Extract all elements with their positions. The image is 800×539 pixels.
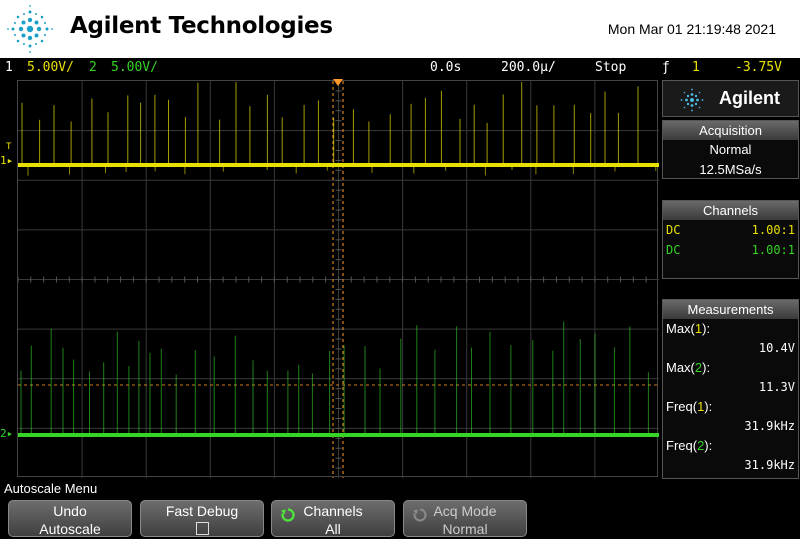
measurements-box: Measurements Max(1): 10.4V Max(2): 11.3V… <box>662 299 799 479</box>
trigger-position-marker <box>333 79 343 86</box>
acquisition-title: Acquisition <box>663 121 798 140</box>
measurement-value: 10.4V <box>758 341 795 355</box>
rotate-knob-icon <box>281 508 295 522</box>
ch2-coupling: DC <box>666 243 681 257</box>
undo-autoscale-button[interactable]: Undo Autoscale <box>8 500 132 537</box>
acq-mode-button[interactable]: Acq Mode Normal <box>403 500 527 537</box>
date-time-readout: Mon Mar 01 21:19:48 2021 <box>607 21 776 37</box>
acquisition-mode: Normal <box>709 142 752 157</box>
agilent-spark-logo-icon <box>7 5 53 53</box>
ch1-coupling: DC <box>666 223 681 237</box>
acquisition-box: Acquisition Normal 12.5MSa/s <box>662 120 799 179</box>
agilent-badge: Agilent <box>662 80 799 117</box>
trigger-edge-icon: ƒ <box>662 60 670 75</box>
fast-debug-checkbox[interactable] <box>195 522 209 535</box>
softkey-label: Undo <box>53 503 87 519</box>
softkey-bar: Undo Autoscale Fast Debug Channels All A… <box>0 498 800 539</box>
ch1-ground-marker: 1▸ <box>0 154 14 167</box>
status-bar: 1 5.00V/ 2 5.00V/ 0.0s 200.0µ/ Stop ƒ 1 … <box>0 58 800 78</box>
ch2-ground-marker: 2▸ <box>0 427 14 440</box>
trigger-source[interactable]: 1 <box>692 58 700 78</box>
softkey-sublabel: Autoscale <box>39 521 101 537</box>
ch2-scale[interactable]: 5.00V/ <box>111 58 158 78</box>
time-delay[interactable]: 0.0s <box>430 58 461 78</box>
run-state[interactable]: Stop <box>595 58 626 78</box>
channel-row-1: DC 1.00:1 <box>663 220 798 240</box>
ch2-probe-ratio: 1.00:1 <box>751 243 795 257</box>
header-bar: Agilent Technologies Mon Mar 01 21:19:48… <box>0 0 800 58</box>
ch1-number[interactable]: 1 <box>5 58 13 78</box>
measurement-label: Max(2): <box>666 360 711 375</box>
rotate-knob-icon <box>413 508 427 522</box>
channels-title: Channels <box>663 201 798 220</box>
measurement-label: Freq(2): <box>666 438 713 453</box>
measurements-title: Measurements <box>663 300 798 319</box>
brand-title: Agilent Technologies <box>70 13 333 39</box>
waveform-display[interactable] <box>17 80 659 478</box>
trigger-level-marker: T <box>6 142 12 152</box>
agilent-label: Agilent <box>719 88 780 108</box>
channel-row-2: DC 1.00:1 <box>663 240 798 260</box>
trigger-level[interactable]: -3.75V <box>735 58 782 78</box>
fast-debug-button[interactable]: Fast Debug <box>140 500 264 537</box>
waveform-graticule <box>18 81 659 478</box>
measurement-value: 31.9kHz <box>744 419 795 433</box>
measurement-label: Freq(1): <box>666 399 713 414</box>
side-panel: Agilent Acquisition Normal 12.5MSa/s Cha… <box>660 80 800 479</box>
softkey-menu-title: Autoscale Menu <box>4 481 98 496</box>
measurement-value: 11.3V <box>758 380 795 394</box>
time-scale[interactable]: 200.0µ/ <box>501 58 556 78</box>
measurement-value: 31.9kHz <box>744 458 795 472</box>
sample-rate: 12.5MSa/s <box>699 162 762 177</box>
channels-all-button[interactable]: Channels All <box>271 500 395 537</box>
ch1-probe-ratio: 1.00:1 <box>751 223 795 237</box>
softkey-label: Fast Debug <box>165 503 239 519</box>
ch1-scale[interactable]: 5.00V/ <box>27 58 74 78</box>
measurement-label: Max(1): <box>666 321 711 336</box>
channels-box: Channels DC 1.00:1 DC 1.00:1 <box>662 200 799 279</box>
agilent-spark-icon <box>680 88 704 112</box>
ch2-number[interactable]: 2 <box>89 58 97 78</box>
